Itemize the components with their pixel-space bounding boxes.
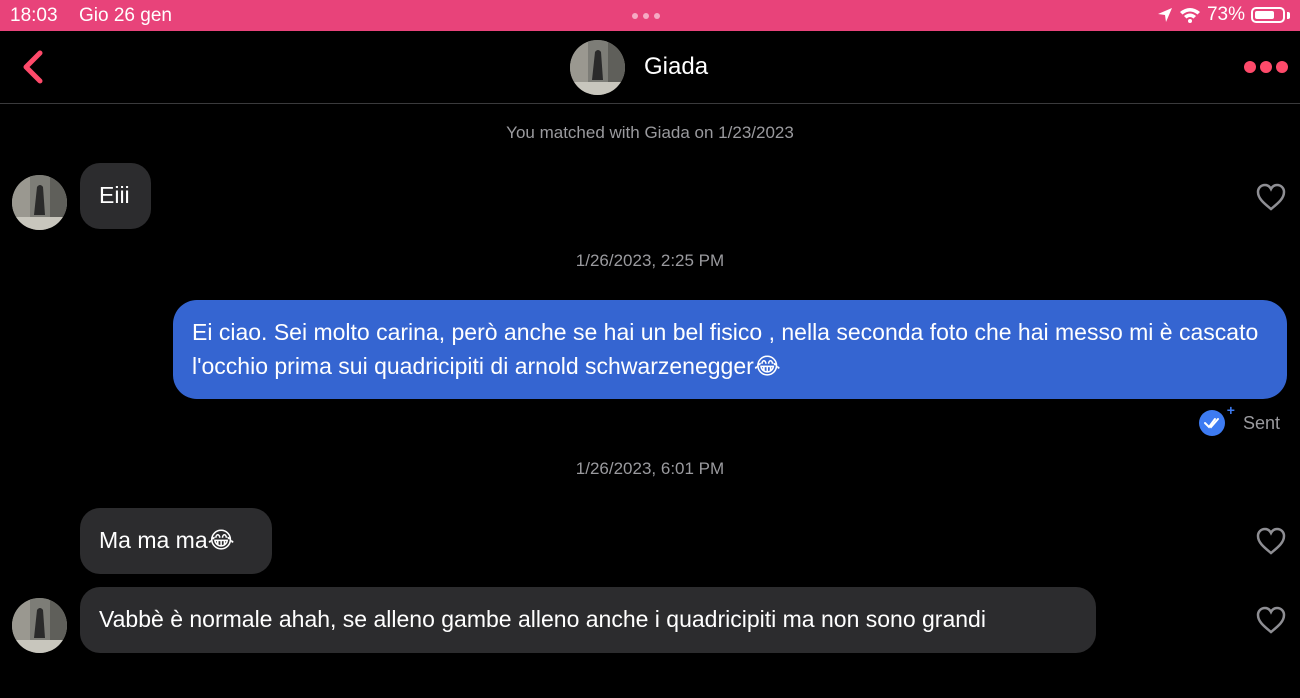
sent-label: Sent [1242,412,1280,433]
heart-icon[interactable] [1255,605,1287,635]
timestamp: 1/26/2023, 2:25 PM [575,251,725,270]
battery-icon [1251,7,1285,23]
timestamp: 1/26/2023, 6:01 PM [575,459,725,478]
sender-avatar[interactable] [12,598,67,653]
delivered-check-icon: + [1198,402,1235,436]
match-notice: You matched with Giada on 1/23/2023 [506,123,794,142]
chat-header: Giada [0,31,1300,104]
location-arrow-icon [1157,8,1172,22]
status-bar: 18:03 Gio 26 gen 73% [0,0,1300,31]
sent-status: + Sent [1198,402,1280,436]
status-indicators: 73% [1157,4,1290,26]
status-time: 18:03 [10,5,58,26]
sender-avatar[interactable] [12,175,67,230]
more-options-icon[interactable] [1244,61,1288,73]
profile-name[interactable]: Giada [644,53,708,81]
status-date: Gio 26 gen [79,5,172,26]
sent-message[interactable]: Ei ciao. Sei molto carina, però anche se… [173,300,1287,399]
back-chevron-icon[interactable] [18,49,48,85]
received-message[interactable]: Ma ma ma😂 [80,508,272,574]
received-message[interactable]: Eiii [80,163,151,229]
wifi-icon [1179,8,1200,23]
battery-percent: 73% [1206,4,1245,25]
heart-icon[interactable] [1255,182,1287,212]
multitasking-dots-icon[interactable] [632,13,660,19]
heart-icon[interactable] [1255,526,1287,556]
profile-avatar[interactable] [570,40,625,95]
received-message[interactable]: Vabbè è normale ahah, se alleno gambe al… [80,587,1096,653]
